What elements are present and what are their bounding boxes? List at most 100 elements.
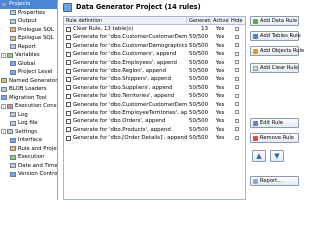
active-cell[interactable]: Yes (211, 134, 229, 142)
column-header-rule-definition[interactable]: Rule definition (64, 17, 187, 24)
hide-checkbox[interactable] (235, 76, 239, 81)
sidebar-item-blob-loaders[interactable]: BLOB Loaders (0, 85, 57, 94)
row-checkbox[interactable] (66, 68, 71, 74)
sidebar-item-execution[interactable]: Execution (0, 153, 57, 162)
table-row[interactable]: Generate for 'dbo.Customers', append 50/5… (64, 50, 245, 58)
table-row[interactable]: Generate for 'dbo.[Order Details]', appe… (64, 134, 245, 142)
hide-cell[interactable] (229, 42, 245, 50)
add-objects-rule-button[interactable]: Add Objects Rule (250, 46, 304, 56)
sidebar-item-named-generators[interactable]: Named Generators (0, 77, 57, 86)
hide-cell[interactable] (229, 84, 245, 92)
table-row[interactable]: Generate for 'dbo.EmployeeTerritories', … (64, 109, 245, 117)
sidebar-item-settings[interactable]: - Settings (0, 128, 57, 137)
hide-cell[interactable] (229, 25, 245, 33)
hide-checkbox[interactable] (235, 34, 239, 39)
sidebar-item-global[interactable]: Global (0, 60, 57, 69)
sidebar-item-variables[interactable]: - Variables (0, 51, 57, 60)
add-clear-rule-button[interactable]: Add Clear Rule (250, 63, 299, 73)
table-row[interactable]: Generate for 'dbo.CustomerCustomerDemo',… (64, 101, 245, 109)
collapse-icon[interactable]: - (1, 129, 6, 135)
move-up-button[interactable]: ▲ (252, 150, 266, 162)
hide-cell[interactable] (229, 109, 245, 117)
active-cell[interactable]: Yes (211, 109, 229, 117)
sidebar-item-log[interactable]: Log (0, 111, 57, 120)
hide-checkbox[interactable] (235, 43, 239, 48)
row-checkbox[interactable] (66, 102, 71, 108)
hide-cell[interactable] (229, 67, 245, 75)
hide-checkbox[interactable] (235, 110, 239, 115)
row-checkbox[interactable] (66, 85, 71, 91)
hide-checkbox[interactable] (235, 118, 239, 123)
table-row[interactable]: Generate for 'dbo.Employees', append 50/5… (64, 59, 245, 67)
hide-cell[interactable] (229, 126, 245, 134)
row-checkbox[interactable] (66, 127, 71, 133)
hide-checkbox[interactable] (235, 26, 239, 31)
add-tables-rule-button[interactable]: Add Tables Rule (250, 31, 301, 41)
table-row[interactable]: Generate for 'dbo.Region', append 50/500 Y… (64, 67, 245, 75)
row-checkbox[interactable] (66, 26, 71, 32)
active-cell[interactable]: Yes (211, 117, 229, 125)
move-down-button[interactable]: ▼ (270, 150, 284, 162)
remove-rule-button[interactable]: Remove Rule (250, 133, 299, 143)
sidebar-item-date-and-time[interactable]: Date and Time (0, 162, 57, 171)
sidebar-item-interface[interactable]: Interface (0, 136, 57, 145)
add-data-rule-button[interactable]: Add Data Rule (250, 16, 299, 26)
sidebar-item-migration-tool[interactable]: Migration Tool (0, 94, 57, 103)
hide-cell[interactable] (229, 33, 245, 41)
active-cell[interactable]: Yes (211, 33, 229, 41)
sidebar-item-epilogue-sql[interactable]: Epilogue SQL (0, 34, 57, 43)
table-row[interactable]: Generate for 'dbo.Shippers', append 50/50… (64, 75, 245, 83)
active-cell[interactable]: Yes (211, 59, 229, 67)
hide-cell[interactable] (229, 134, 245, 142)
column-header-active[interactable]: Active (211, 17, 229, 24)
active-cell[interactable]: Yes (211, 42, 229, 50)
active-cell[interactable]: Yes (211, 84, 229, 92)
hide-checkbox[interactable] (235, 85, 239, 90)
hide-checkbox[interactable] (235, 60, 239, 65)
table-row[interactable]: Generate for 'dbo.Territories', append 50… (64, 92, 245, 100)
collapse-icon[interactable]: - (1, 103, 6, 109)
row-checkbox[interactable] (66, 51, 71, 57)
table-row[interactable]: Generate for 'dbo.Products', append 50/50… (64, 126, 245, 134)
sidebar-item-projects[interactable]: Projects (0, 0, 57, 9)
row-checkbox[interactable] (66, 135, 71, 141)
hide-cell[interactable] (229, 101, 245, 109)
row-checkbox[interactable] (66, 60, 71, 66)
hide-checkbox[interactable] (235, 102, 239, 107)
edit-rule-button[interactable]: Edit Rule (250, 118, 299, 128)
sidebar-item-prologue-sql[interactable]: Prologue SQL (0, 26, 57, 35)
active-cell[interactable]: Yes (211, 50, 229, 58)
row-checkbox[interactable] (66, 93, 71, 99)
sidebar-item-rule-and-project[interactable]: Rule and Project (0, 145, 57, 154)
active-cell[interactable]: Yes (211, 126, 229, 134)
row-checkbox[interactable] (66, 110, 71, 116)
sidebar-item-report[interactable]: Report (0, 43, 57, 52)
hide-cell[interactable] (229, 117, 245, 125)
active-cell[interactable]: Yes (211, 67, 229, 75)
sidebar-item-version-control[interactable]: Version Control (0, 170, 57, 179)
sidebar-item-execution-console[interactable]: - Execution Console (0, 102, 57, 111)
hide-cell[interactable] (229, 75, 245, 83)
active-cell[interactable]: Yes (211, 25, 229, 33)
column-header-generate[interactable]: Generate (187, 17, 211, 24)
collapse-icon[interactable]: - (1, 52, 6, 58)
table-row[interactable]: Clear Rule, 13 table(s) 13 Yes (64, 25, 245, 33)
table-row[interactable]: Generate for 'dbo.Suppliers', append 50/5… (64, 84, 245, 92)
hide-checkbox[interactable] (235, 127, 239, 132)
row-checkbox[interactable] (66, 118, 71, 124)
sidebar-item-project-level[interactable]: Project Level (0, 68, 57, 77)
table-row[interactable]: Generate for 'dbo.Orders', append 50/500 Y… (64, 117, 245, 125)
sidebar-item-properties[interactable]: Properties (0, 9, 57, 18)
hide-checkbox[interactable] (235, 135, 239, 140)
hide-checkbox[interactable] (235, 93, 239, 98)
hide-cell[interactable] (229, 59, 245, 67)
sidebar-item-log-file[interactable]: Log file (0, 119, 57, 128)
row-checkbox[interactable] (66, 35, 71, 41)
column-header-hide[interactable]: Hide (229, 17, 245, 24)
hide-cell[interactable] (229, 50, 245, 58)
hide-checkbox[interactable] (235, 51, 239, 56)
row-checkbox[interactable] (66, 43, 71, 49)
hide-checkbox[interactable] (235, 68, 239, 73)
active-cell[interactable]: Yes (211, 101, 229, 109)
row-checkbox[interactable] (66, 77, 71, 83)
